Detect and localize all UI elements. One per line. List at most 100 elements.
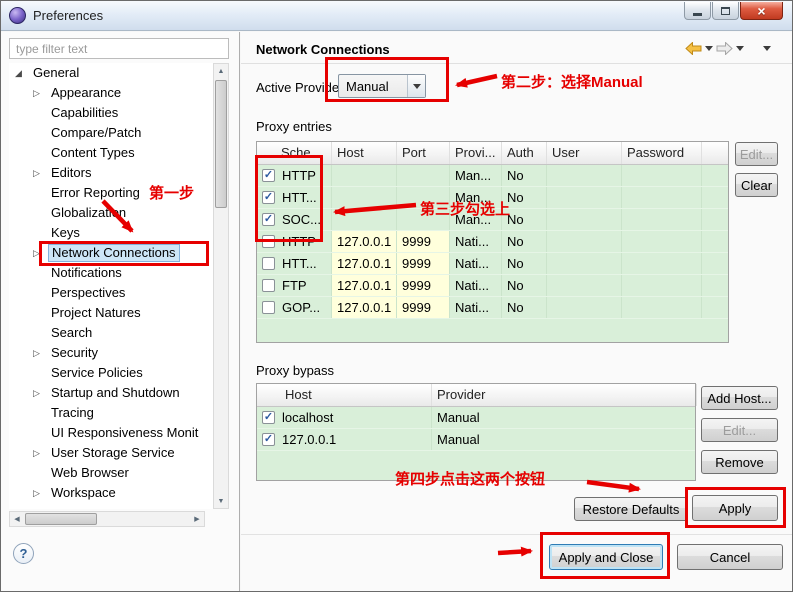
tree-collapsed-icon[interactable]: ▷ bbox=[33, 383, 48, 403]
scroll-up-icon[interactable]: ▲ bbox=[214, 64, 228, 78]
tree-collapsed-icon[interactable]: ▷ bbox=[33, 443, 48, 463]
scroll-left-icon[interactable]: ◀ bbox=[10, 512, 24, 526]
proxy-entry-row-2[interactable]: ✓ HTT... Man... No bbox=[257, 187, 728, 209]
tree-item-security[interactable]: ▷ Security bbox=[9, 343, 213, 363]
tree-item-content-types[interactable]: Content Types bbox=[9, 143, 213, 163]
proxy-entry-row-1[interactable]: ✓ HTTP Man... No bbox=[257, 165, 728, 187]
back-icon[interactable] bbox=[685, 42, 702, 55]
column-header-provi[interactable]: Provi... bbox=[450, 142, 502, 164]
column-header-auth[interactable]: Auth bbox=[502, 142, 547, 164]
proxy-entry-row-3[interactable]: ✓ SOC... Man... No bbox=[257, 209, 728, 231]
preferences-window: Preferences × ◢General▷AppearanceCapabil… bbox=[0, 0, 793, 592]
proxy-bypass-checkbox-checked[interactable]: ✓ bbox=[262, 411, 275, 424]
tree-item-search[interactable]: Search bbox=[9, 323, 213, 343]
tree-item-web-browser[interactable]: Web Browser bbox=[9, 463, 213, 483]
proxy-entries-clear-button[interactable]: Clear bbox=[735, 173, 778, 197]
tree-item-error-reporting[interactable]: Error Reporting bbox=[9, 183, 213, 203]
apply-button[interactable]: Apply bbox=[692, 495, 778, 521]
column-header-provider[interactable]: Provider bbox=[432, 384, 697, 406]
apply-and-close-button[interactable]: Apply and Close bbox=[549, 544, 663, 570]
tree-item-notifications[interactable]: Notifications bbox=[9, 263, 213, 283]
column-header-password[interactable]: Password bbox=[622, 142, 702, 164]
back-menu-icon[interactable] bbox=[705, 46, 713, 51]
tree-item-perspectives[interactable]: Perspectives bbox=[9, 283, 213, 303]
column-header-port[interactable]: Port bbox=[397, 142, 450, 164]
remove-button[interactable]: Remove bbox=[701, 450, 778, 474]
cell-schema: ✓ HTTP bbox=[257, 165, 332, 186]
filter-input[interactable] bbox=[9, 38, 229, 59]
proxy-entry-checkbox-checked[interactable]: ✓ bbox=[262, 191, 275, 204]
add-host-button[interactable]: Add Host... bbox=[701, 386, 778, 410]
cell-password bbox=[622, 253, 702, 274]
scroll-right-icon[interactable]: ▶ bbox=[190, 512, 204, 526]
close-icon: × bbox=[757, 2, 766, 19]
tree-item-label: Globalization bbox=[51, 205, 127, 220]
tree-item-user-storage-service[interactable]: ▷ User Storage Service bbox=[9, 443, 213, 463]
column-header-sche[interactable]: Sche... bbox=[257, 142, 332, 164]
vertical-scroll-thumb[interactable] bbox=[215, 80, 227, 208]
tree-item-tracing[interactable]: Tracing bbox=[9, 403, 213, 423]
proxy-entries-edit-button[interactable]: Edit... bbox=[735, 142, 778, 166]
maximize-button[interactable] bbox=[712, 2, 739, 20]
tree-item-workspace[interactable]: ▷ Workspace bbox=[9, 483, 213, 503]
proxy-entry-checkbox-unchecked[interactable] bbox=[262, 301, 275, 314]
proxy-bypass-row-1[interactable]: ✓ localhost Manual bbox=[257, 407, 695, 429]
cancel-button[interactable]: Cancel bbox=[677, 544, 783, 570]
proxy-entry-row-6[interactable]: FTP 127.0.0.1 9999 Nati... No bbox=[257, 275, 728, 297]
tree-vertical-scrollbar[interactable]: ▲ ▼ bbox=[213, 63, 229, 509]
tree-item-editors[interactable]: ▷ Editors bbox=[9, 163, 213, 183]
proxy-entry-checkbox-checked[interactable]: ✓ bbox=[262, 213, 275, 226]
view-menu-icon[interactable] bbox=[763, 46, 771, 51]
tree-item-general[interactable]: ◢ General bbox=[9, 63, 213, 83]
tree-item-project-natures[interactable]: Project Natures bbox=[9, 303, 213, 323]
help-button[interactable]: ? bbox=[13, 543, 34, 564]
forward-icon[interactable] bbox=[716, 42, 733, 55]
tree-collapsed-icon[interactable]: ▷ bbox=[33, 343, 48, 363]
tree-item-label: Network Connections bbox=[48, 244, 180, 262]
proxy-entry-checkbox-unchecked[interactable] bbox=[262, 235, 275, 248]
tree-item-label: Security bbox=[51, 345, 98, 360]
scroll-down-icon[interactable]: ▼ bbox=[214, 494, 228, 508]
tree-expanded-icon[interactable]: ◢ bbox=[15, 63, 30, 83]
tree-horizontal-scrollbar[interactable]: ◀ ▶ bbox=[9, 511, 205, 527]
proxy-entry-checkbox-unchecked[interactable] bbox=[262, 279, 275, 292]
cell-host-text: localhost bbox=[282, 410, 334, 425]
tree-item-compare-patch[interactable]: Compare/Patch bbox=[9, 123, 213, 143]
cell-schema-text: GOP... bbox=[282, 300, 321, 315]
tree-item-globalization[interactable]: Globalization bbox=[9, 203, 213, 223]
proxy-bypass-checkbox-checked[interactable]: ✓ bbox=[262, 433, 275, 446]
page-title: Network Connections bbox=[256, 42, 390, 57]
active-provider-select[interactable]: Manual bbox=[338, 74, 426, 98]
tree-item-service-policies[interactable]: Service Policies bbox=[9, 363, 213, 383]
tree-collapsed-icon[interactable]: ▷ bbox=[33, 483, 48, 503]
horizontal-scroll-thumb[interactable] bbox=[25, 513, 97, 525]
forward-menu-icon[interactable] bbox=[736, 46, 744, 51]
column-header-user[interactable]: User bbox=[547, 142, 622, 164]
footer-separator bbox=[241, 534, 792, 535]
column-header-host[interactable]: Host bbox=[257, 384, 432, 406]
tree-collapsed-icon[interactable]: ▷ bbox=[33, 243, 48, 263]
tree-item-startup-and-shutdown[interactable]: ▷ Startup and Shutdown bbox=[9, 383, 213, 403]
proxy-bypass-row-2[interactable]: ✓ 127.0.0.1 Manual bbox=[257, 429, 695, 451]
titlebar[interactable]: Preferences bbox=[1, 1, 792, 31]
proxy-entry-checkbox-unchecked[interactable] bbox=[262, 257, 275, 270]
tree-item-appearance[interactable]: ▷ Appearance bbox=[9, 83, 213, 103]
tree-item-capabilities[interactable]: Capabilities bbox=[9, 103, 213, 123]
tree-item-network-connections[interactable]: ▷ Network Connections bbox=[9, 243, 213, 263]
proxy-entry-row-5[interactable]: HTT... 127.0.0.1 9999 Nati... No bbox=[257, 253, 728, 275]
proxy-entry-row-4[interactable]: HTTP 127.0.0.1 9999 Nati... No bbox=[257, 231, 728, 253]
close-button[interactable]: × bbox=[740, 2, 783, 20]
restore-defaults-button[interactable]: Restore Defaults bbox=[574, 497, 688, 521]
tree-item-ui-responsiveness-monit[interactable]: UI Responsiveness Monit bbox=[9, 423, 213, 443]
minimize-button[interactable] bbox=[684, 2, 711, 20]
tree-item-label: User Storage Service bbox=[51, 445, 175, 460]
proxy-entry-row-7[interactable]: GOP... 127.0.0.1 9999 Nati... No bbox=[257, 297, 728, 319]
tree-collapsed-icon[interactable]: ▷ bbox=[33, 163, 48, 183]
proxy-entry-checkbox-checked[interactable]: ✓ bbox=[262, 169, 275, 182]
proxy-bypass-edit-button[interactable]: Edit... bbox=[701, 418, 778, 442]
column-header-host[interactable]: Host bbox=[332, 142, 397, 164]
chevron-down-icon[interactable] bbox=[407, 75, 425, 97]
tree-collapsed-icon[interactable]: ▷ bbox=[33, 83, 48, 103]
cell-auth: No bbox=[502, 275, 547, 296]
tree-item-keys[interactable]: Keys bbox=[9, 223, 213, 243]
